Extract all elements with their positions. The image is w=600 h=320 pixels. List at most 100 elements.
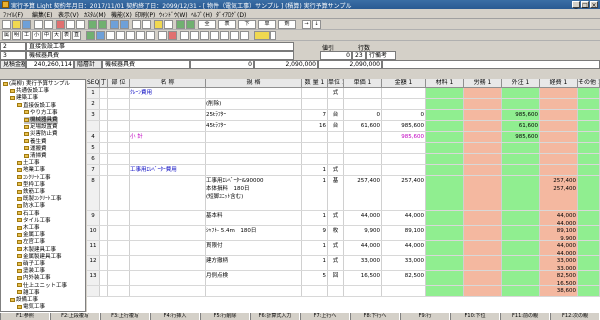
table-cell[interactable] xyxy=(382,143,426,153)
table-cell[interactable] xyxy=(540,99,578,109)
table-cell[interactable]: 工事用ｴﾚﾍﾞｰﾀｰ&90000 本体損料 180日 (短脚ﾕﾆｯﾄ含む) xyxy=(206,176,302,210)
table-cell[interactable]: 5 xyxy=(302,271,328,285)
table-cell[interactable]: 月例点検 xyxy=(206,271,302,285)
tree-item[interactable]: やり方工事 xyxy=(24,110,58,117)
lock-icon[interactable] xyxy=(240,31,249,40)
table-cell[interactable]: 台 xyxy=(328,110,344,120)
menu-edit[interactable]: 編集(E) xyxy=(32,10,52,19)
table-cell[interactable] xyxy=(130,121,206,131)
table-row[interactable]: 11 貫限付 1 式 44,000 44,000 44,000 44,000 xyxy=(87,241,600,256)
table-cell[interactable] xyxy=(344,132,382,142)
table-cell[interactable] xyxy=(382,99,426,109)
calc-icon[interactable] xyxy=(154,20,163,29)
font-size-icon[interactable] xyxy=(190,31,199,40)
table-cell[interactable] xyxy=(100,176,108,210)
table-cell[interactable]: 38,600 xyxy=(540,286,578,296)
table-cell[interactable] xyxy=(100,99,108,109)
column-header[interactable]: 経費 1 xyxy=(540,79,578,88)
table-button[interactable]: 表 xyxy=(218,20,236,29)
insert-row-icon[interactable] xyxy=(88,20,97,29)
table-cell[interactable]: 985,600 xyxy=(382,121,426,131)
column-header[interactable]: 丁 xyxy=(100,79,108,88)
table-cell[interactable]: 1 xyxy=(302,165,328,175)
work-button[interactable]: 工 xyxy=(22,31,31,40)
table-cell[interactable]: 建方撤柄 xyxy=(206,256,302,270)
table-cell[interactable] xyxy=(464,154,502,164)
tree-item[interactable]: 運搬費 xyxy=(24,146,47,153)
tree-item[interactable]: 清掃費 xyxy=(24,153,47,160)
table-cell[interactable] xyxy=(578,286,600,296)
table-cell[interactable] xyxy=(502,99,540,109)
open-folder-icon[interactable] xyxy=(12,20,21,29)
table-cell[interactable]: 985,600 xyxy=(382,132,426,142)
align-right-icon[interactable] xyxy=(146,31,155,40)
table-cell[interactable]: 台 xyxy=(328,121,344,131)
middle-button[interactable]: 中 xyxy=(42,31,51,40)
table-cell[interactable]: 式 xyxy=(328,256,344,270)
table-cell[interactable]: 10 xyxy=(87,226,100,240)
tree-item[interactable]: 電気工事 xyxy=(17,304,45,311)
table-cell[interactable] xyxy=(502,286,540,296)
table-cell[interactable]: 1 xyxy=(302,176,328,210)
memo-icon[interactable] xyxy=(230,31,239,40)
discount-field[interactable]: 0 xyxy=(320,51,352,60)
menu-window[interactable]: ｳｨﾝﾄﾞｳ(W) xyxy=(159,10,188,19)
save-icon[interactable] xyxy=(22,20,31,29)
table-row[interactable]: 5 xyxy=(87,143,600,154)
table-cell[interactable] xyxy=(464,241,502,255)
tree-item[interactable]: ｺﾝｸﾘｰﾄ工事 xyxy=(17,175,51,182)
row1-no-field[interactable]: 2 xyxy=(0,42,26,51)
tree-item[interactable]: 仕上ユニット工事 xyxy=(17,283,67,290)
table-cell[interactable] xyxy=(382,154,426,164)
align-center-icon[interactable] xyxy=(136,31,145,40)
table-cell[interactable]: 8 xyxy=(87,176,100,210)
table-cell[interactable] xyxy=(100,88,108,98)
table-cell[interactable] xyxy=(100,154,108,164)
tree-expand-icon[interactable] xyxy=(176,20,185,29)
table-cell[interactable]: 回 xyxy=(328,271,344,285)
table-cell[interactable] xyxy=(578,121,600,131)
table-cell[interactable] xyxy=(540,110,578,120)
table-row[interactable]: 13 月例点検 5 回 16,500 82,500 82,500 16,500 xyxy=(87,271,600,286)
table-cell[interactable]: ｼｬﾌﾄ- 5.4m 180日 xyxy=(206,226,302,240)
table-cell[interactable] xyxy=(328,143,344,153)
function-key-button[interactable]: F6:計算式入力 xyxy=(250,313,300,320)
table-cell[interactable] xyxy=(206,88,302,98)
large-button[interactable]: 大 xyxy=(52,31,61,40)
table-row[interactable]: 38,600 xyxy=(87,286,600,297)
table-cell[interactable] xyxy=(464,121,502,131)
table-cell[interactable]: 82,500 16,500 xyxy=(540,271,578,285)
table-cell[interactable]: 13 xyxy=(87,271,100,285)
table-cell[interactable]: 257,400 xyxy=(382,176,426,210)
table-row[interactable]: 8 工事用ｴﾚﾍﾞｰﾀｰ&90000 本体損料 180日 (短脚ﾕﾆｯﾄ含む) 1 基 25… xyxy=(87,176,600,211)
filter-icon[interactable] xyxy=(210,31,219,40)
table-cell[interactable] xyxy=(302,286,328,296)
table-cell[interactable] xyxy=(464,110,502,120)
format-icon[interactable] xyxy=(96,31,105,40)
sum-icon[interactable] xyxy=(220,31,229,40)
lower-button[interactable]: 下 xyxy=(238,20,256,29)
arrow-right-icon[interactable]: → xyxy=(302,20,311,29)
table-cell[interactable] xyxy=(100,165,108,175)
table-cell[interactable]: 5 xyxy=(87,143,100,153)
table-cell[interactable] xyxy=(578,165,600,175)
tree-item[interactable]: 雑工事 xyxy=(17,290,40,297)
table-cell[interactable]: 枚 xyxy=(328,226,344,240)
table-cell[interactable] xyxy=(100,211,108,225)
table-cell[interactable] xyxy=(502,154,540,164)
table-cell[interactable]: ｸﾚｰﾝ費用 xyxy=(130,88,206,98)
table-cell[interactable] xyxy=(426,286,464,296)
table-cell[interactable]: 89,100 9,900 xyxy=(540,226,578,240)
table-cell[interactable] xyxy=(578,226,600,240)
tree-item[interactable]: 養生費 xyxy=(24,139,47,146)
table-cell[interactable] xyxy=(578,241,600,255)
table-cell[interactable] xyxy=(426,176,464,210)
table-cell[interactable]: 9,900 xyxy=(344,226,382,240)
sort-icon[interactable] xyxy=(164,20,173,29)
table-cell[interactable]: 式 xyxy=(328,165,344,175)
row2-name-field[interactable]: 機械器具費 xyxy=(26,51,294,60)
table-cell[interactable] xyxy=(302,99,328,109)
tree-item[interactable]: 設備工事 xyxy=(10,297,38,304)
table-cell[interactable] xyxy=(464,99,502,109)
table-cell[interactable] xyxy=(426,226,464,240)
